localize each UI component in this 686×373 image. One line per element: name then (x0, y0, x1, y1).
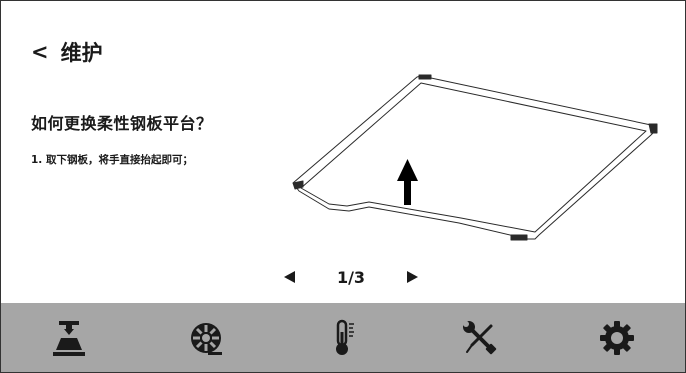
bottom-toolbar (1, 303, 685, 372)
toolbar-tools-button[interactable] (450, 308, 510, 368)
plate-top-tab (418, 74, 432, 80)
steel-plate-illustration (292, 74, 658, 241)
print-nozzle-icon (53, 320, 86, 356)
page-indicator: 1/3 (336, 267, 366, 287)
plate-right-tab (648, 123, 658, 134)
tools-icon (462, 320, 497, 354)
toolbar-settings-button[interactable] (587, 308, 647, 368)
maintenance-screen: < 维护 如何更换柔性钢板平台？ 1. 取下钢板，将手直接抬起即可； 1/3 (0, 0, 686, 373)
thermometer-icon (335, 319, 354, 355)
plate-outline (292, 74, 656, 240)
plate-bottom-tab (510, 234, 528, 241)
pager: 1/3 (281, 263, 421, 291)
next-page-button[interactable] (403, 263, 421, 291)
settings-gear-icon (599, 320, 634, 355)
step-instruction: 1. 取下钢板，将手直接抬起即可； (31, 154, 193, 166)
back-button[interactable]: < 维护 (31, 37, 103, 67)
plate-left-tab (292, 180, 304, 190)
filament-spool-icon (191, 322, 223, 355)
prev-page-button[interactable] (281, 263, 299, 291)
right-triangle-icon (406, 271, 418, 283)
page-title: 维护 (60, 41, 103, 65)
left-triangle-icon (284, 271, 295, 283)
toolbar-temperature-button[interactable] (313, 308, 373, 368)
toolbar-filament-button[interactable] (176, 308, 236, 368)
toolbar-print-button[interactable] (39, 308, 99, 368)
help-question: 如何更换柔性钢板平台？ (31, 114, 213, 133)
back-chevron-icon: < (31, 39, 49, 64)
